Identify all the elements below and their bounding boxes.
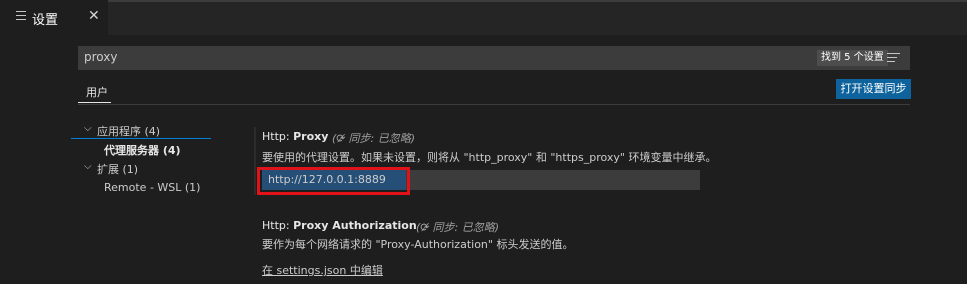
- toc-item-application[interactable]: 应用程序 (4): [97, 123, 160, 139]
- tab-title: 设置: [32, 13, 59, 28]
- settings-editor: 设置 ✕ proxy 找到 5 个设置 用户 打开设置同步 ⌵ 应用程序 (4)…: [0, 0, 967, 284]
- edit-in-settings-json-link[interactable]: 在 settings.json 中编辑: [262, 262, 383, 278]
- setting-title-proxy: Http: Proxy: [262, 130, 328, 143]
- setting-category: Http:: [262, 219, 294, 232]
- setting-key: Proxy Authorization: [293, 219, 417, 232]
- sync-ignored-icon: ⟳̸: [420, 221, 430, 234]
- chevron-down-icon[interactable]: ⌵: [84, 123, 92, 134]
- setting-description: 要使用的代理设置。如果未设置，则将从 "http_proxy" 和 "https…: [262, 151, 717, 164]
- search-input-value: proxy: [84, 50, 118, 64]
- menu-lines-icon: [16, 11, 26, 23]
- search-input[interactable]: proxy 找到 5 个设置: [78, 46, 910, 70]
- tab-user[interactable]: 用户: [86, 84, 108, 100]
- tab-bar: 设置 ✕: [0, 0, 967, 35]
- toc-item-remote-wsl[interactable]: Remote - WSL (1): [104, 181, 200, 194]
- setting-description: 要作为每个网络请求的 "Proxy-Authorization" 标头发送的值。: [262, 238, 574, 251]
- sync-ignored-text: 同步: 已忽略): [348, 132, 416, 145]
- setting-focus-bar: [254, 127, 256, 195]
- close-icon[interactable]: ✕: [88, 8, 100, 24]
- toc-item-proxy[interactable]: 代理服务器 (4): [104, 142, 181, 158]
- tab-settings[interactable]: 设置 ✕: [0, 0, 108, 35]
- setting-title-proxy-authorization: Http: Proxy Authorization: [262, 219, 417, 232]
- setting-category: Http:: [262, 130, 294, 143]
- turn-on-settings-sync-button[interactable]: 打开设置同步: [836, 79, 911, 99]
- setting-key: Proxy: [293, 130, 329, 143]
- sync-ignored-label: (⟳̸ 同步: 已忽略): [332, 130, 415, 146]
- title-divider: [0, 0, 967, 2]
- chevron-down-icon[interactable]: ⌵: [84, 161, 92, 172]
- search-result-count: 找到 5 个设置: [817, 50, 888, 66]
- toc-item-extensions[interactable]: 扩展 (1): [97, 161, 138, 177]
- tab-user-underline: [78, 102, 111, 103]
- sync-ignored-label: (⟳̸ 同步: 已忽略): [416, 219, 499, 235]
- highlight-box: [257, 167, 410, 195]
- sync-ignored-icon: ⟳̸: [336, 132, 346, 145]
- scope-divider: [78, 104, 910, 105]
- filter-icon[interactable]: [887, 53, 900, 63]
- sync-ignored-text: 同步: 已忽略): [432, 221, 500, 234]
